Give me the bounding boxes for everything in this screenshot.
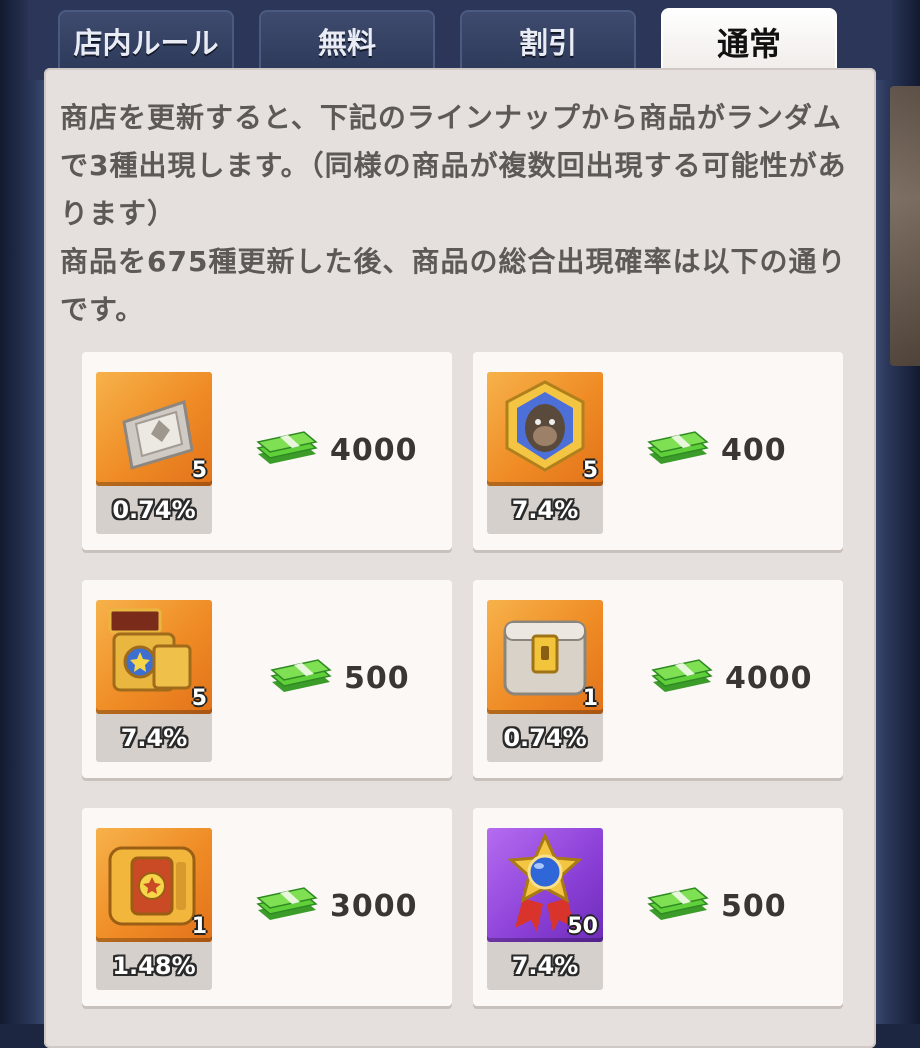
- item-box: 1 0.74%: [487, 600, 603, 762]
- item-box: 5 7.4%: [96, 600, 212, 762]
- item-tile: 5: [96, 600, 212, 714]
- item-rate: 1.48%: [112, 952, 196, 980]
- item-rate: 0.74%: [503, 724, 587, 752]
- item-price: 400: [645, 424, 787, 476]
- price-value: 500: [721, 888, 787, 924]
- item-tile: 1: [487, 600, 603, 714]
- item-quantity: 50: [567, 914, 598, 939]
- item-box: 1 1.48%: [96, 828, 212, 990]
- description: 商店を更新すると、下記のラインナップから商品がランダムで3種出現します。（同様の…: [60, 94, 864, 334]
- price-value: 3000: [330, 888, 418, 924]
- price-value: 4000: [330, 432, 418, 468]
- tab-free[interactable]: 無料: [259, 10, 435, 70]
- cash-stack-icon: [647, 431, 709, 464]
- item-card[interactable]: 5 7.4% 500: [82, 580, 452, 778]
- item-card[interactable]: 1 1.48% 3000: [82, 808, 452, 1006]
- item-rate: 0.74%: [112, 496, 196, 524]
- description-line-1: 商店を更新すると、下記のラインナップから商品がランダムで3種出現します。（同様の…: [60, 101, 847, 230]
- item-rate: 7.4%: [511, 496, 579, 524]
- item-price: 4000: [649, 652, 813, 704]
- item-price: 4000: [254, 424, 418, 476]
- tab-discount[interactable]: 割引: [460, 10, 636, 70]
- background-decoration: [890, 86, 920, 366]
- lineup-panel: 商店を更新すると、下記のラインナップから商品がランダムで3種出現します。（同様の…: [44, 68, 876, 1048]
- item-quantity: 5: [582, 458, 598, 483]
- item-box: 50 7.4%: [487, 828, 603, 990]
- cash-stack-icon: [651, 659, 713, 692]
- description-line-2: 商品を675種更新した後、商品の総合出現確率は以下の通りです。: [60, 245, 847, 326]
- price-value: 400: [721, 432, 787, 468]
- item-box: 5 7.4%: [487, 372, 603, 534]
- item-price: 3000: [254, 880, 418, 932]
- item-quantity: 5: [191, 458, 207, 483]
- item-tile: 5: [96, 372, 212, 486]
- item-card[interactable]: 50 7.4% 500: [473, 808, 843, 1006]
- tab-bar: 店内ルール 無料 割引 通常: [58, 8, 838, 74]
- item-price: 500: [645, 880, 787, 932]
- item-card[interactable]: 5 7.4% 400: [473, 352, 843, 550]
- item-tile: 5: [487, 372, 603, 486]
- background-right-edge: [876, 0, 920, 1024]
- cash-stack-icon: [256, 431, 318, 464]
- item-quantity: 5: [191, 686, 207, 711]
- item-card[interactable]: 5 0.74% 4000: [82, 352, 452, 550]
- tab-normal[interactable]: 通常: [661, 8, 837, 74]
- tab-store-rules[interactable]: 店内ルール: [58, 10, 234, 70]
- item-tile: 50: [487, 828, 603, 942]
- cash-stack-icon: [647, 887, 709, 920]
- item-rate: 7.4%: [511, 952, 579, 980]
- item-card[interactable]: 1 0.74% 4000: [473, 580, 843, 778]
- item-price: 500: [268, 652, 410, 704]
- item-tile: 1: [96, 828, 212, 942]
- price-value: 500: [344, 660, 410, 696]
- item-rate: 7.4%: [120, 724, 188, 752]
- background-left-edge: [0, 0, 44, 1024]
- item-quantity: 1: [582, 686, 598, 711]
- item-quantity: 1: [191, 914, 207, 939]
- cash-stack-icon: [256, 887, 318, 920]
- item-box: 5 0.74%: [96, 372, 212, 534]
- cash-stack-icon: [270, 659, 332, 692]
- price-value: 4000: [725, 660, 813, 696]
